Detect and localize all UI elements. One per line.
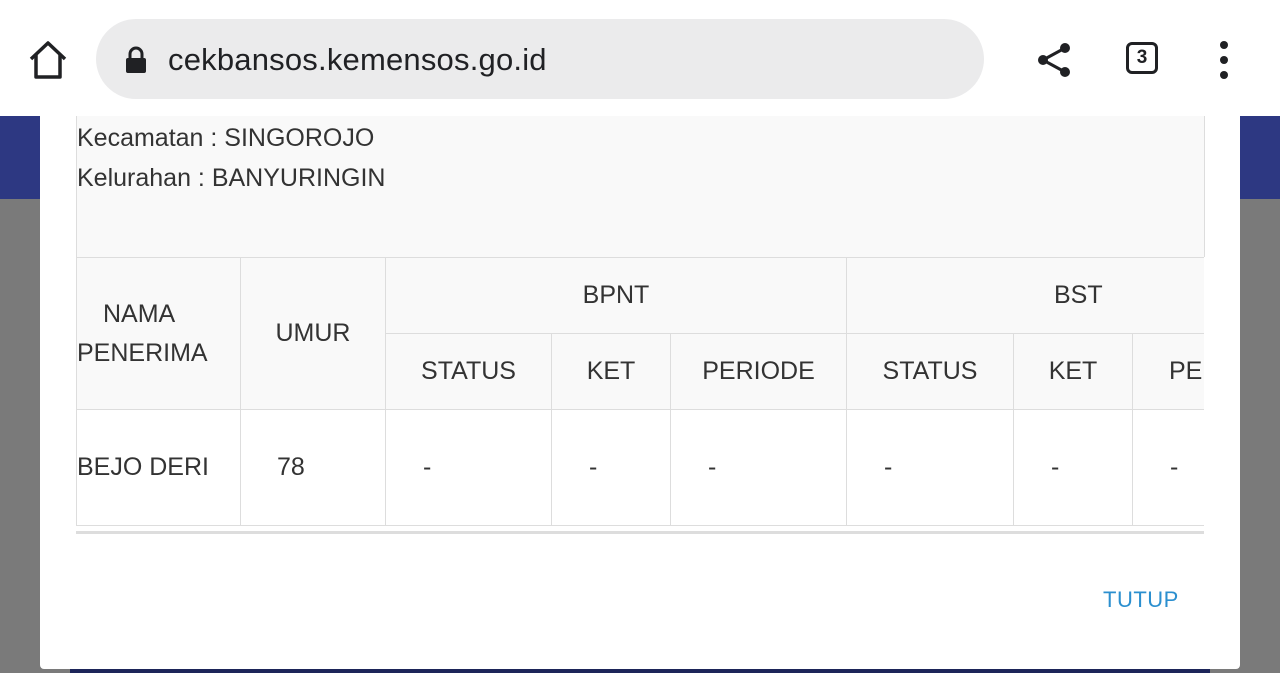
column-header-nama: NAMA PENERIMA [76, 257, 241, 410]
cell-status-bst: - [846, 409, 1014, 526]
column-group-bst: BST [845, 257, 1204, 334]
result-table-scroll[interactable]: NAMA PENERIMA UMUR BPNT BST STATUS KET P… [76, 257, 1204, 534]
tab-switcher-button[interactable]: 3 [1126, 42, 1158, 74]
more-menu-icon[interactable] [1212, 40, 1236, 80]
location-info: Kecamatan : SINGOROJO Kelurahan : BANYUR… [76, 116, 1205, 257]
cell-nama: BEJO DERI [76, 409, 241, 526]
column-group-bpnt: BPNT [385, 257, 847, 334]
header-nama-line1: NAMA [103, 299, 176, 328]
cell-periode-bpnt: - [670, 409, 847, 526]
result-modal: Kecamatan : SINGOROJO Kelurahan : BANYUR… [40, 116, 1240, 669]
column-header-ket-bst: KET [1013, 333, 1133, 410]
column-header-status-bpnt: STATUS [385, 333, 552, 410]
result-table: NAMA PENERIMA UMUR BPNT BST STATUS KET P… [76, 257, 1204, 526]
column-header-periode-bst: PERIODE [1131, 333, 1204, 410]
column-header-status-bst: STATUS [846, 333, 1014, 410]
cell-ket-bst: - [1013, 409, 1133, 526]
column-header-ket-bpnt: KET [551, 333, 671, 410]
lock-icon [126, 46, 146, 73]
home-icon[interactable] [26, 38, 70, 82]
column-header-periode-bpnt: PERIODE [670, 333, 847, 410]
kelurahan-text: Kelurahan : BANYURINGIN [77, 164, 386, 192]
cell-status-bpnt: - [385, 409, 552, 526]
kecamatan-text: Kecamatan : SINGOROJO [77, 124, 375, 152]
table-row: BEJO DERI 78 - - - - - - [76, 409, 1204, 526]
url-text[interactable]: cekbansos.kemensos.go.id [168, 40, 547, 80]
column-header-umur: UMUR [240, 257, 386, 410]
cell-umur: 78 [240, 409, 386, 526]
share-icon[interactable] [1034, 40, 1074, 80]
cell-ket-bpnt: - [551, 409, 671, 526]
header-nama-line2: PENERIMA [77, 338, 208, 367]
browser-toolbar: cekbansos.kemensos.go.id 3 [0, 0, 1280, 116]
close-button[interactable]: TUTUP [1103, 587, 1179, 613]
cell-periode-bst: - [1131, 409, 1204, 526]
